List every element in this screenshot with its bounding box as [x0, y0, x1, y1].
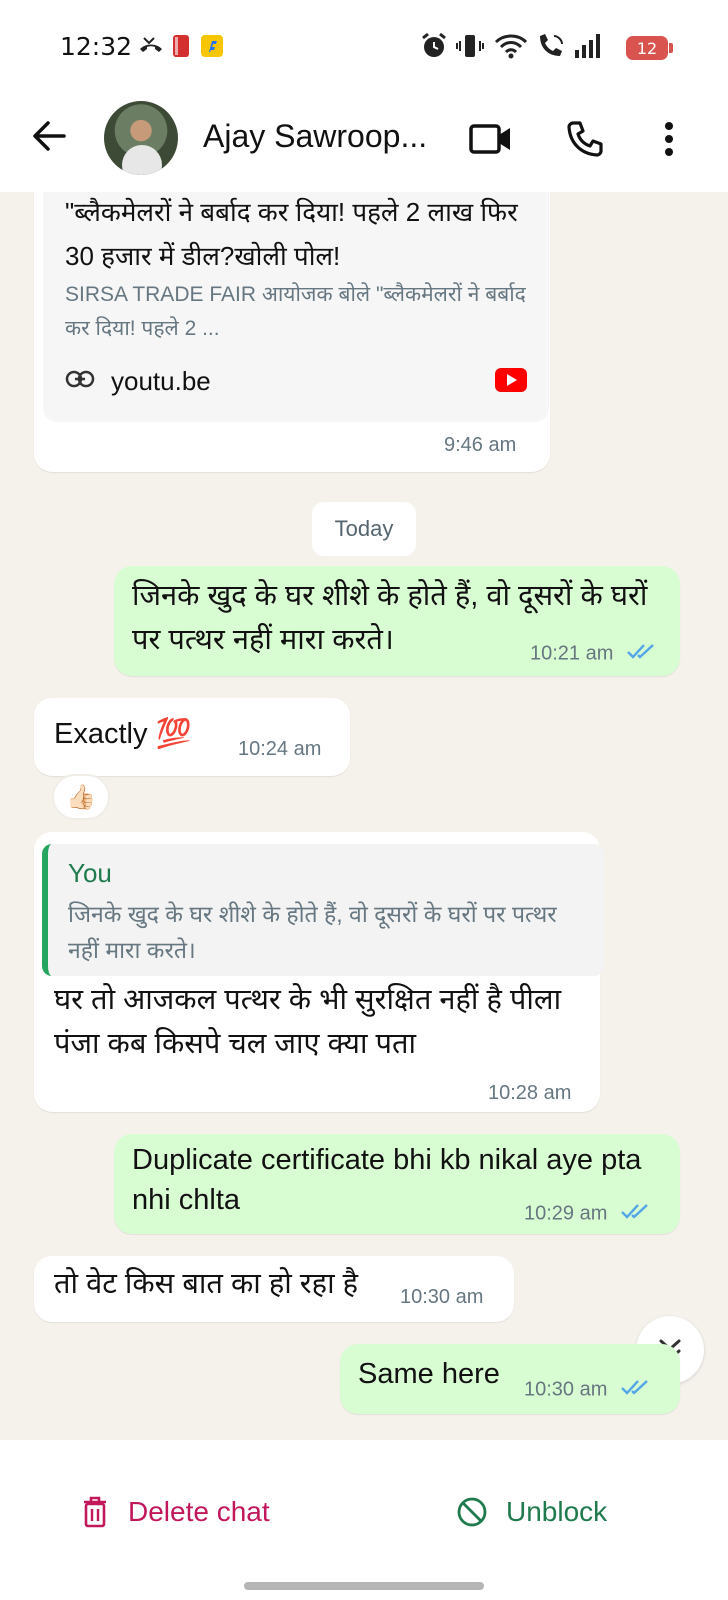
message-bubble-incoming[interactable]: Exactly 💯 10:24 am [34, 698, 350, 776]
message-time: 10:30 am [400, 1286, 484, 1308]
vibrate-icon [456, 32, 484, 60]
message-bubble-outgoing[interactable]: Duplicate certificate bhi kb nikal aye p… [114, 1134, 680, 1234]
quote-text: जिनके खुद के घर शीशे के होते हैं, वो दूस… [68, 901, 557, 963]
message-time: 9:46 am [444, 434, 517, 456]
message-time: 10:29 am [524, 1202, 608, 1225]
link-icon [65, 370, 95, 392]
message-text: घर तो आजकल पत्थर के भी सुरक्षित नहीं है … [54, 984, 562, 1060]
message-meta: 10:21 am [530, 642, 657, 666]
link-preview-title: "ब्लैकमेलरों ने बर्बाद कर दिया! पहले 2 ल… [65, 197, 518, 271]
message-text: Exactly 💯 [54, 718, 192, 750]
link-preview-card[interactable]: "ब्लैकमेलरों ने बर्बाद कर दिया! पहले 2 ल… [43, 192, 549, 422]
blocked-contact-actions: Delete chat Unblock [0, 1440, 728, 1600]
signal-icon [574, 32, 602, 60]
message-meta: 10:29 am [524, 1202, 651, 1226]
flipkart-icon [200, 32, 224, 60]
home-indicator[interactable] [244, 1582, 484, 1590]
message-bubble-outgoing[interactable]: जिनके खुद के घर शीशे के होते हैं, वो दूस… [114, 566, 680, 676]
message-reaction[interactable]: 👍🏻 [52, 774, 110, 820]
unblock-label: Unblock [506, 1496, 608, 1527]
link-preview-domain: youtu.be [111, 366, 211, 396]
delete-chat-button[interactable]: Delete chat [80, 1488, 270, 1536]
message-text: Same here [358, 1358, 500, 1390]
link-preview-description: SIRSA TRADE FAIR आयोजक बोले "ब्लैकमेलरों… [65, 283, 526, 340]
battery-icon: 12 [626, 36, 673, 60]
message-meta: 10:30 am [524, 1378, 651, 1402]
quote-author: You [68, 858, 112, 888]
phone-icon[interactable] [562, 116, 608, 162]
unblock-button[interactable]: Unblock [456, 1488, 607, 1536]
message-bubble-incoming[interactable]: "ब्लैकमेलरों ने बर्बाद कर दिया! पहले 2 ल… [34, 192, 550, 472]
chat-header: Ajay Sawroop... [0, 90, 728, 192]
read-ticks-icon [621, 1202, 651, 1226]
block-icon [457, 1497, 487, 1527]
battery-level: 12 [636, 38, 658, 58]
message-time: 10:21 am [530, 642, 614, 665]
message-list[interactable]: "ब्लैकमेलरों ने बर्बाद कर दिया! पहले 2 ल… [0, 192, 728, 1440]
alarm-icon [420, 32, 448, 60]
wifi-icon [494, 32, 528, 60]
message-time: 10:30 am [524, 1378, 608, 1401]
red-app-icon [172, 32, 190, 60]
back-arrow-icon[interactable] [28, 114, 72, 158]
delete-chat-label: Delete chat [128, 1496, 270, 1527]
status-bar: 12:32 12 [0, 0, 728, 90]
quoted-message[interactable]: You जिनके खुद के घर शीशे के होते हैं, वो… [42, 844, 604, 976]
avatar[interactable] [104, 101, 178, 175]
more-vert-icon[interactable] [646, 116, 692, 162]
message-bubble-outgoing[interactable]: Same here 10:30 am [340, 1344, 680, 1414]
read-ticks-icon [627, 642, 657, 666]
date-separator: Today [312, 502, 416, 556]
video-call-icon[interactable] [468, 116, 514, 162]
message-time: 10:28 am [488, 1082, 572, 1104]
message-bubble-incoming[interactable]: तो वेट किस बात का हो रहा है 10:30 am [34, 1256, 514, 1322]
trash-icon [84, 1496, 106, 1528]
message-time: 10:24 am [238, 738, 322, 760]
read-ticks-icon [621, 1378, 651, 1402]
message-text: तो वेट किस बात का हो रहा है [54, 1268, 359, 1300]
wifi-calling-icon [536, 32, 566, 60]
status-time: 12:32 [60, 32, 133, 61]
youtube-icon [495, 368, 527, 392]
missed-call-icon [138, 32, 164, 60]
contact-name[interactable]: Ajay Sawroop... [203, 118, 427, 155]
